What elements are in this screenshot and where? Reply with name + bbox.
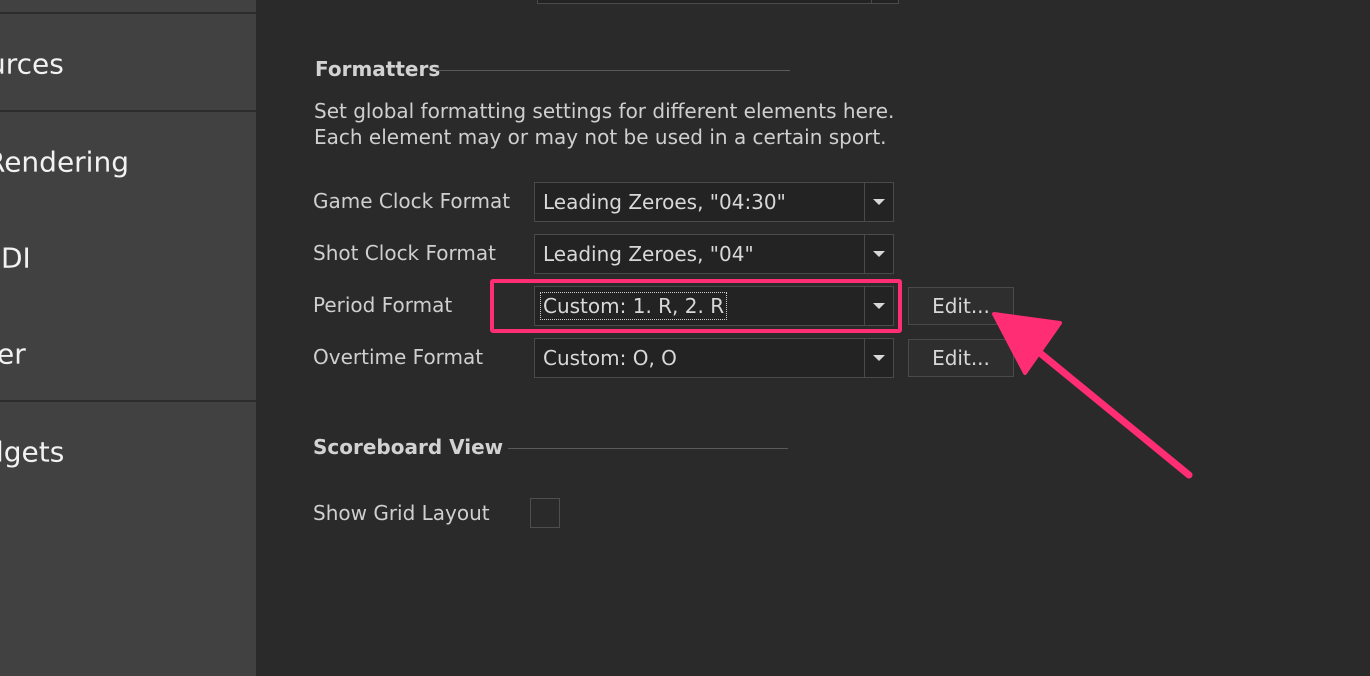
sidebar-divider bbox=[0, 12, 256, 14]
sidebar-divider bbox=[0, 110, 256, 112]
chevron-down-icon[interactable] bbox=[873, 251, 885, 257]
description-line: Each element may or may not be used in a… bbox=[314, 125, 887, 149]
dropdown-value: Custom: O, O bbox=[543, 346, 677, 370]
sidebar-item-rendering[interactable]: Rendering bbox=[0, 114, 256, 210]
sidebar-item-label: urces bbox=[0, 47, 64, 81]
dropdown-value: Leading Zeroes, "04:30" bbox=[543, 190, 786, 214]
sidebar-item-sources[interactable]: urces bbox=[0, 16, 256, 112]
dropdown-split bbox=[864, 235, 865, 273]
sidebar-item-widgets[interactable]: lgets bbox=[0, 404, 256, 500]
dropdown-value: Leading Zeroes, "04" bbox=[543, 242, 754, 266]
show-grid-layout-checkbox[interactable] bbox=[530, 498, 560, 528]
period-format-dropdown[interactable]: Custom: 1. R, 2. R bbox=[534, 286, 894, 326]
chevron-down-icon[interactable] bbox=[873, 199, 885, 205]
sidebar: urces Rendering NDI er lgets bbox=[0, 0, 256, 676]
settings-panel: Formatters Set global formatting setting… bbox=[256, 0, 1370, 676]
shot-clock-format-label: Shot Clock Format bbox=[313, 241, 496, 265]
section-divider bbox=[436, 70, 790, 71]
dropdown-split bbox=[864, 339, 865, 377]
dropdown-split bbox=[871, 0, 872, 3]
chevron-down-icon[interactable] bbox=[873, 303, 885, 309]
sidebar-divider bbox=[0, 400, 256, 402]
settings-window: urces Rendering NDI er lgets Formatters … bbox=[0, 0, 1370, 676]
sidebar-item-label: lgets bbox=[0, 435, 65, 469]
game-clock-format-label: Game Clock Format bbox=[313, 189, 511, 213]
formatters-description: Set global formatting settings for diffe… bbox=[314, 98, 894, 150]
overtime-format-edit-button[interactable]: Edit... bbox=[908, 339, 1014, 377]
sidebar-item-label: Rendering bbox=[0, 145, 129, 179]
period-format-edit-button[interactable]: Edit... bbox=[908, 287, 1014, 325]
sidebar-item-label: NDI bbox=[0, 241, 31, 275]
game-clock-format-dropdown[interactable]: Leading Zeroes, "04:30" bbox=[534, 182, 894, 222]
section-divider bbox=[508, 448, 788, 449]
formatters-heading: Formatters bbox=[315, 57, 441, 81]
sidebar-item-other[interactable]: er bbox=[0, 306, 256, 402]
sidebar-item-ndi[interactable]: NDI bbox=[0, 210, 256, 306]
dropdown-split bbox=[864, 287, 865, 325]
show-grid-layout-label: Show Grid Layout bbox=[313, 501, 490, 525]
description-line: Set global formatting settings for diffe… bbox=[314, 99, 895, 123]
overtime-format-label: Overtime Format bbox=[313, 345, 484, 369]
shot-clock-format-dropdown[interactable]: Leading Zeroes, "04" bbox=[534, 234, 894, 274]
scoreboard-view-heading: Scoreboard View bbox=[313, 435, 504, 459]
period-format-label: Period Format bbox=[313, 293, 453, 317]
dropdown-value: Custom: 1. R, 2. R bbox=[539, 292, 728, 320]
overtime-format-dropdown[interactable]: Custom: O, O bbox=[534, 338, 894, 378]
chevron-down-icon[interactable] bbox=[873, 355, 885, 361]
sidebar-item-label: er bbox=[0, 337, 26, 371]
dropdown-split bbox=[864, 183, 865, 221]
partial-dropdown[interactable] bbox=[537, 0, 899, 4]
